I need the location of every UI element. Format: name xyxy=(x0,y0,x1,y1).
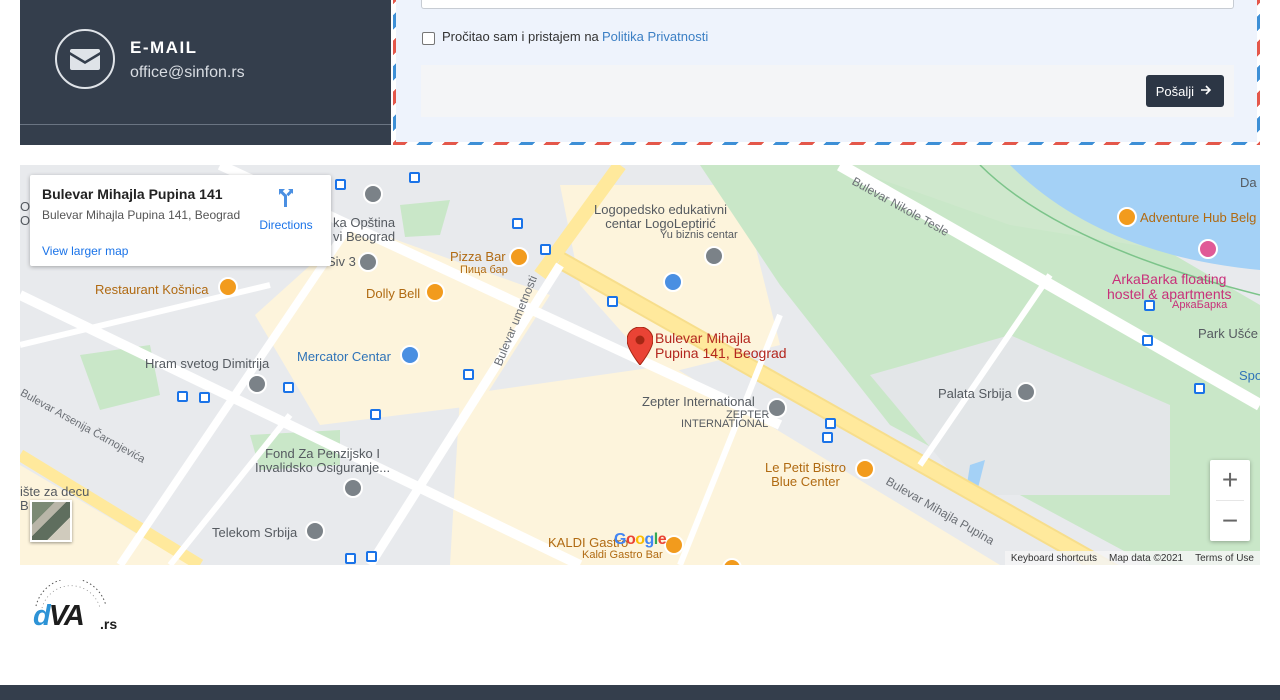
map-attribution-bar: Keyboard shortcuts Map data ©2021 Terms … xyxy=(1004,551,1260,565)
place-label: ka Opština vi Beograd xyxy=(333,215,396,245)
bar-icon[interactable] xyxy=(425,282,445,302)
bus-stop-icon[interactable] xyxy=(463,369,474,380)
bus-stop-icon[interactable] xyxy=(607,296,618,307)
place-label: Pizza Bar xyxy=(450,249,506,264)
place-label: ište za decu xyxy=(20,484,90,499)
zoom-controls: + − xyxy=(1210,460,1250,541)
bus-stop-icon[interactable] xyxy=(822,432,833,443)
shopping-bag-icon[interactable] xyxy=(400,345,420,365)
privacy-policy-link[interactable]: Politika Privatnosti xyxy=(602,29,708,44)
dva-logo[interactable]: dVA .rs xyxy=(22,580,120,644)
arrow-right-icon xyxy=(1200,84,1212,99)
satellite-toggle[interactable] xyxy=(30,500,72,542)
bus-stop-icon[interactable] xyxy=(199,392,210,403)
contact-divider xyxy=(20,124,391,125)
place-label: Park Ušće xyxy=(1198,326,1258,341)
government-building-icon[interactable] xyxy=(343,478,363,498)
email-title: E-MAIL xyxy=(130,38,198,57)
place-label: Logopedsko edukativni centar LogoLeptiri… xyxy=(594,202,727,232)
place-label: Palata Srbija xyxy=(938,386,1012,401)
place-label: Siv 3 xyxy=(327,254,356,269)
google-logo: Google xyxy=(614,531,667,548)
dva-logo-domain: .rs xyxy=(100,616,118,632)
map-pin-icon[interactable] xyxy=(704,246,724,266)
place-label: Fond Za Penzijsko I Invalidsko Osiguranj… xyxy=(255,446,391,476)
privacy-consent-label: Pročitao sam i pristajem na xyxy=(442,29,599,44)
map-pin-icon[interactable] xyxy=(767,398,787,418)
envelope-icon xyxy=(55,29,115,89)
government-building-icon[interactable] xyxy=(1016,382,1036,402)
send-button-label: Pošalji xyxy=(1155,83,1194,99)
map-data-label: Map data ©2021 xyxy=(1109,552,1184,564)
place-label: Yu biznis centar xyxy=(660,229,738,241)
place-label: Spo xyxy=(1239,368,1260,383)
place-label: Le Petit Bistro Blue Center xyxy=(765,460,846,490)
directions-icon xyxy=(275,189,297,213)
government-building-icon[interactable] xyxy=(363,184,383,204)
contact-form: Pročitao sam i pristajem na Politika Pri… xyxy=(396,0,1257,142)
bus-stop-icon[interactable] xyxy=(1144,300,1155,311)
location-marker-icon[interactable] xyxy=(626,326,654,370)
view-larger-map-link[interactable]: View larger map xyxy=(42,244,128,258)
terms-of-use-link[interactable]: Terms of Use xyxy=(1195,553,1254,564)
place-label: Hram svetog Dimitrija xyxy=(145,356,270,371)
place-label: Пица бар xyxy=(460,264,508,276)
restaurant-icon[interactable] xyxy=(509,247,529,267)
keyboard-shortcuts-link[interactable]: Keyboard shortcuts xyxy=(1011,553,1097,564)
restaurant-icon[interactable] xyxy=(664,535,684,555)
zoom-out-button[interactable]: − xyxy=(1210,501,1250,541)
marker-label: Bulevar Mihajla Pupina 141, Beograd xyxy=(655,330,787,362)
place-label: Zepter International xyxy=(642,394,755,409)
place-address: Bulevar Mihajla Pupina 141, Beograd xyxy=(42,208,241,222)
restaurant-icon[interactable] xyxy=(218,277,238,297)
google-map[interactable]: Bulevar Nikole Tesle Bulevar umetnosti B… xyxy=(20,165,1260,565)
map-pin-icon[interactable] xyxy=(305,521,325,541)
bus-stop-icon[interactable] xyxy=(345,553,356,564)
place-label: АркаБарка xyxy=(1172,299,1228,311)
bus-stop-icon[interactable] xyxy=(370,409,381,420)
footer-bar xyxy=(0,685,1280,700)
bus-stop-icon[interactable] xyxy=(1142,335,1153,346)
bar-icon[interactable] xyxy=(1117,207,1137,227)
place-info-card: Bulevar Mihajla Pupina 141 Bulevar Mihaj… xyxy=(30,175,331,266)
shopping-bag-icon[interactable] xyxy=(663,272,683,292)
bus-stop-icon[interactable] xyxy=(409,172,420,183)
bus-stop-icon[interactable] xyxy=(177,391,188,402)
place-label: Adventure Hub Belg xyxy=(1140,210,1257,225)
directions-button[interactable]: Directions xyxy=(256,187,316,232)
place-label: Mercator Centar xyxy=(297,349,391,364)
send-button[interactable]: Pošalji xyxy=(1145,75,1224,107)
zoom-in-button[interactable]: + xyxy=(1210,460,1250,500)
place-label: INTERNATIONAL xyxy=(681,418,769,430)
bus-stop-icon[interactable] xyxy=(283,382,294,393)
place-label: Dolly Bell xyxy=(366,286,421,301)
dva-logo-text: dVA xyxy=(33,600,85,632)
church-icon[interactable] xyxy=(247,374,267,394)
bus-stop-icon[interactable] xyxy=(1194,383,1205,394)
email-address[interactable]: office@sinfon.rs xyxy=(130,64,245,82)
place-label: Da xyxy=(1240,175,1257,190)
bus-stop-icon[interactable] xyxy=(825,418,836,429)
place-label: Kaldi Gastro Bar xyxy=(582,549,663,561)
bus-stop-icon[interactable] xyxy=(540,244,551,255)
directions-label: Directions xyxy=(259,218,313,232)
bus-stop-icon[interactable] xyxy=(366,551,377,562)
bus-stop-icon[interactable] xyxy=(512,218,523,229)
bus-stop-icon[interactable] xyxy=(335,179,346,190)
place-label: Telekom Srbija xyxy=(212,525,298,540)
restaurant-icon[interactable] xyxy=(855,459,875,479)
contact-form-panel: Pročitao sam i pristajem na Politika Pri… xyxy=(393,0,1260,145)
message-textarea[interactable] xyxy=(421,0,1234,9)
place-title: Bulevar Mihajla Pupina 141 xyxy=(42,186,223,202)
privacy-consent-checkbox[interactable] xyxy=(422,32,435,45)
government-building-icon[interactable] xyxy=(358,252,378,272)
hotel-icon[interactable] xyxy=(1198,239,1218,259)
place-label: B xyxy=(20,498,29,513)
form-actions: Pošalji xyxy=(421,65,1234,117)
place-label: Restaurant Košnica xyxy=(95,282,209,297)
